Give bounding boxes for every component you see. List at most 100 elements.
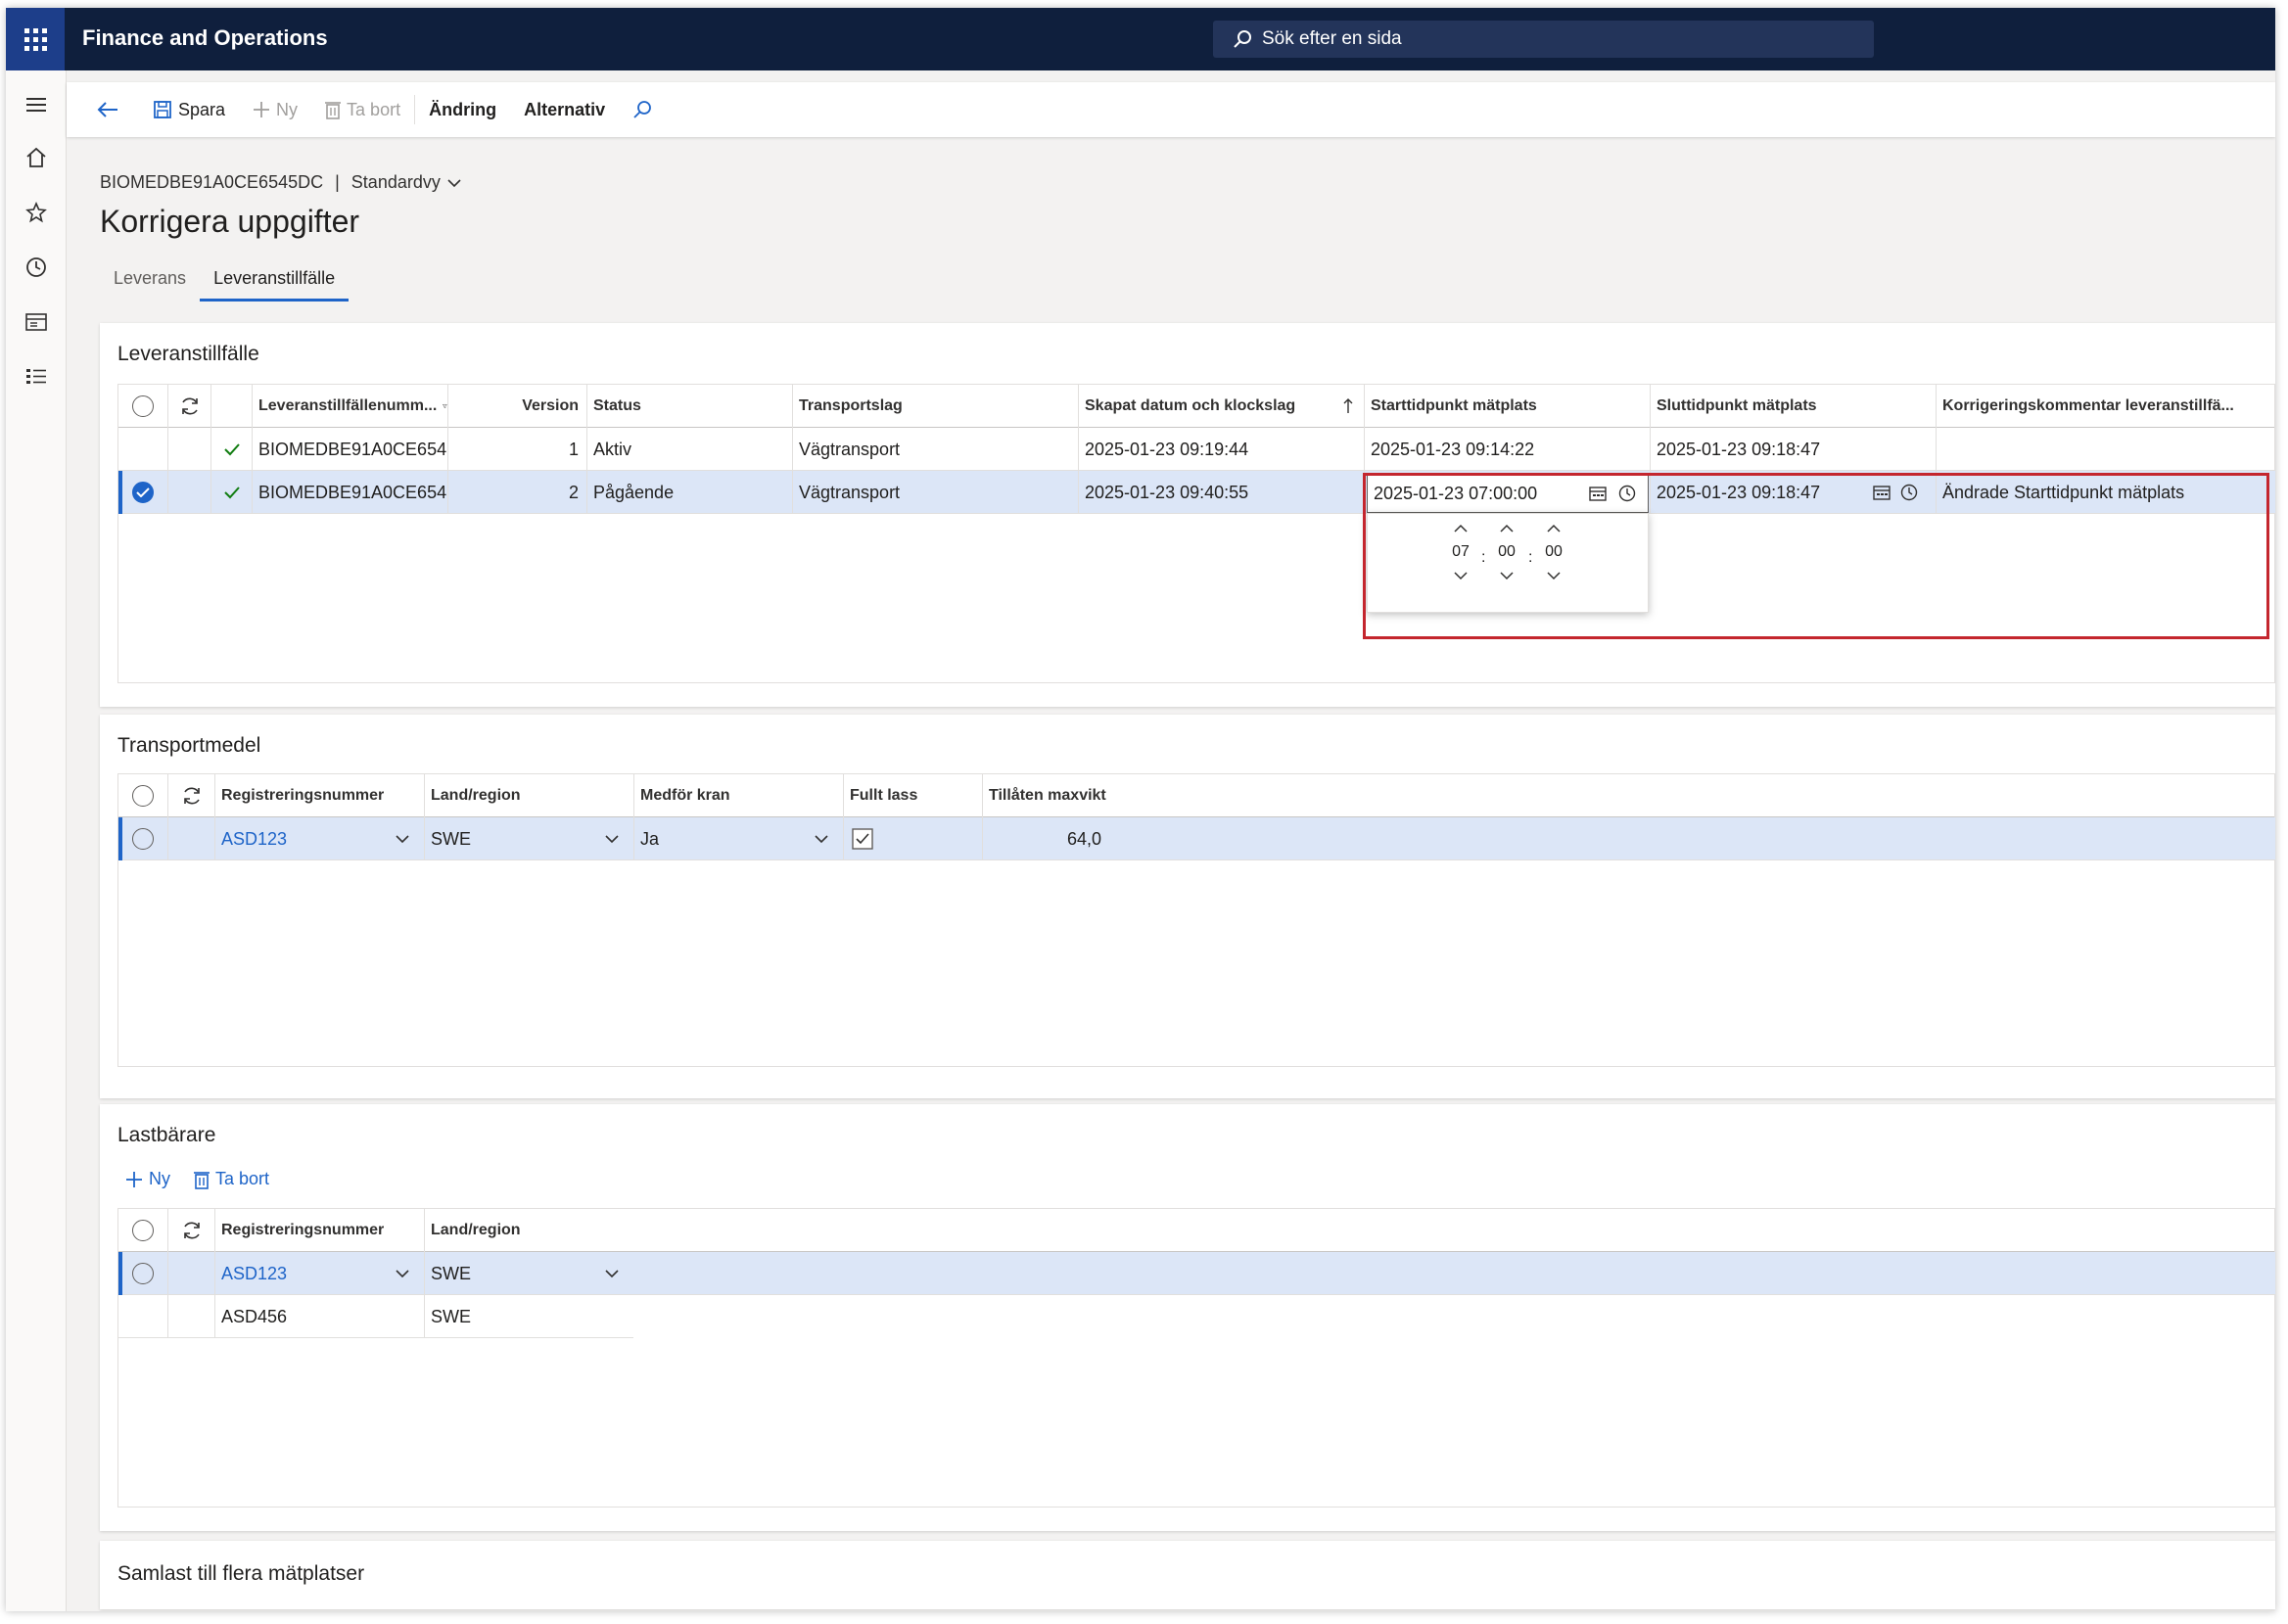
- row-select-cell[interactable]: [118, 471, 167, 514]
- header-country[interactable]: Land/region: [424, 1209, 633, 1252]
- select-all-cell[interactable]: [118, 1209, 167, 1252]
- chevron-down-icon[interactable]: [395, 833, 410, 845]
- cell-reg[interactable]: ASD456: [214, 1295, 424, 1338]
- view-selector[interactable]: Standardvy: [351, 172, 441, 193]
- cell-status[interactable]: Pågående: [586, 471, 792, 514]
- cell-reg-value[interactable]: ASD123: [221, 1264, 287, 1284]
- cell-reg-dropdown[interactable]: ASD123: [214, 1252, 424, 1295]
- cell-country-value[interactable]: SWE: [431, 1264, 471, 1284]
- cell-number[interactable]: BIOMEDBE91A0CE654...: [252, 428, 447, 471]
- row-select-cell[interactable]: [118, 1252, 167, 1295]
- back-button[interactable]: [67, 82, 139, 137]
- add-label: Ny: [149, 1169, 170, 1188]
- save-button[interactable]: Spara: [139, 82, 239, 137]
- header-comment[interactable]: Korrigeringskommentar leveranstillfä...: [1936, 385, 2275, 428]
- cell-reg-dropdown[interactable]: ASD123: [214, 817, 424, 860]
- header-transport[interactable]: Transportslag: [792, 385, 1078, 428]
- header-crane[interactable]: Medför kran: [633, 774, 843, 817]
- cell-crane-dropdown[interactable]: Ja: [633, 817, 843, 860]
- select-all-cell[interactable]: [118, 774, 167, 817]
- refresh-icon[interactable]: [181, 785, 203, 807]
- cell-reg-value[interactable]: ASD123: [221, 829, 287, 850]
- cell-maxweight[interactable]: 64,0: [982, 817, 1109, 860]
- workspaces-icon[interactable]: [22, 307, 51, 337]
- new-button[interactable]: Ny: [239, 82, 311, 137]
- header-created[interactable]: Skapat datum och klockslag: [1078, 385, 1364, 428]
- checkbox-checked-icon[interactable]: [852, 828, 873, 850]
- refresh-icon[interactable]: [179, 395, 201, 417]
- section-title[interactable]: Samlast till flera mätplatser: [117, 1562, 364, 1586]
- cell-number[interactable]: BIOMEDBE91A0CE654...: [252, 471, 447, 514]
- header-country[interactable]: Land/region: [424, 774, 633, 817]
- action-search-button[interactable]: [619, 82, 672, 137]
- row-radio[interactable]: [132, 1263, 154, 1284]
- row-select-cell[interactable]: [118, 428, 167, 471]
- cell-created[interactable]: 2025-01-23 09:40:55: [1078, 471, 1364, 514]
- delete-button[interactable]: Ta bort: [311, 82, 414, 137]
- breadcrumb-separator: |: [335, 172, 340, 192]
- cell-country-dropdown[interactable]: SWE: [424, 817, 633, 860]
- cell-transport[interactable]: Vägtransport: [792, 471, 1078, 514]
- header-version[interactable]: Version: [447, 385, 586, 428]
- page-search-input[interactable]: Sök efter en sida: [1213, 21, 1874, 58]
- tab-leverans[interactable]: Leverans: [100, 262, 200, 302]
- cell-start[interactable]: 2025-01-23 09:14:22: [1364, 428, 1650, 471]
- table-row-selected[interactable]: ASD123 SWE Ja 64,0: [118, 817, 2275, 860]
- refresh-cell[interactable]: [167, 1209, 214, 1252]
- header-start[interactable]: Starttidpunkt mätplats: [1364, 385, 1650, 428]
- cell-country-dropdown[interactable]: SWE: [424, 1252, 633, 1295]
- row-radio[interactable]: [132, 828, 154, 850]
- row-blank-cell: [167, 1252, 214, 1295]
- header-reg[interactable]: Registreringsnummer: [214, 774, 424, 817]
- refresh-cell[interactable]: [167, 774, 214, 817]
- header-number-label: Leveranstillfällenumm...: [258, 397, 438, 414]
- cell-version[interactable]: 1: [447, 428, 586, 471]
- row-selected-radio[interactable]: [132, 482, 154, 503]
- header-reg[interactable]: Registreringsnummer: [214, 1209, 424, 1252]
- table-row-selected[interactable]: ASD123 SWE: [118, 1252, 2275, 1295]
- select-all-radio[interactable]: [132, 785, 154, 807]
- row-select-cell[interactable]: [118, 1295, 167, 1338]
- chevron-down-icon[interactable]: [446, 177, 462, 189]
- cell-version[interactable]: 2: [447, 471, 586, 514]
- header-status[interactable]: Status: [586, 385, 792, 428]
- refresh-icon[interactable]: [181, 1220, 203, 1241]
- header-end[interactable]: Sluttidpunkt mätplats: [1650, 385, 1936, 428]
- select-all-radio[interactable]: [132, 1220, 154, 1241]
- modules-list-icon[interactable]: [22, 362, 51, 392]
- cell-country[interactable]: SWE: [424, 1295, 633, 1338]
- hamburger-icon[interactable]: [22, 90, 51, 119]
- recent-clock-icon[interactable]: [22, 253, 51, 282]
- change-menu[interactable]: Ändring: [415, 82, 510, 137]
- chevron-down-icon[interactable]: [814, 833, 829, 845]
- chevron-down-icon[interactable]: [395, 1268, 410, 1279]
- options-menu[interactable]: Alternativ: [510, 82, 619, 137]
- cell-transport[interactable]: Vägtransport: [792, 428, 1078, 471]
- add-lastbarare-button[interactable]: Ny: [125, 1169, 170, 1189]
- select-all-cell[interactable]: [118, 385, 167, 428]
- section-title: Transportmedel: [117, 734, 261, 757]
- refresh-cell[interactable]: [167, 385, 210, 428]
- cell-created[interactable]: 2025-01-23 09:19:44: [1078, 428, 1364, 471]
- app-launcher-button[interactable]: [6, 8, 65, 70]
- cell-comment[interactable]: [1936, 428, 2275, 471]
- delete-lastbarare-button[interactable]: Ta bort: [194, 1169, 269, 1189]
- checkmark-icon: [223, 487, 240, 499]
- header-full[interactable]: Fullt lass: [843, 774, 982, 817]
- header-maxweight[interactable]: Tillåten maxvikt: [982, 774, 1109, 817]
- tab-leveranstillfalle[interactable]: Leveranstillfälle: [200, 262, 350, 302]
- cell-status[interactable]: Aktiv: [586, 428, 792, 471]
- home-icon[interactable]: [22, 143, 51, 172]
- cell-crane-value[interactable]: Ja: [640, 829, 659, 850]
- cell-end[interactable]: 2025-01-23 09:18:47: [1650, 428, 1936, 471]
- chevron-down-icon[interactable]: [604, 1268, 620, 1279]
- cell-country-value[interactable]: SWE: [431, 829, 471, 850]
- table-row[interactable]: ASD456 SWE: [118, 1295, 633, 1338]
- sort-ascending-icon[interactable]: [1342, 397, 1354, 415]
- chevron-down-icon[interactable]: [604, 833, 620, 845]
- row-select-cell[interactable]: [118, 817, 167, 860]
- header-number[interactable]: Leveranstillfällenumm...: [252, 385, 447, 428]
- favorites-star-icon[interactable]: [22, 198, 51, 227]
- table-row[interactable]: BIOMEDBE91A0CE654... 1 Aktiv Vägtranspor…: [118, 428, 2275, 471]
- select-all-radio[interactable]: [132, 395, 154, 417]
